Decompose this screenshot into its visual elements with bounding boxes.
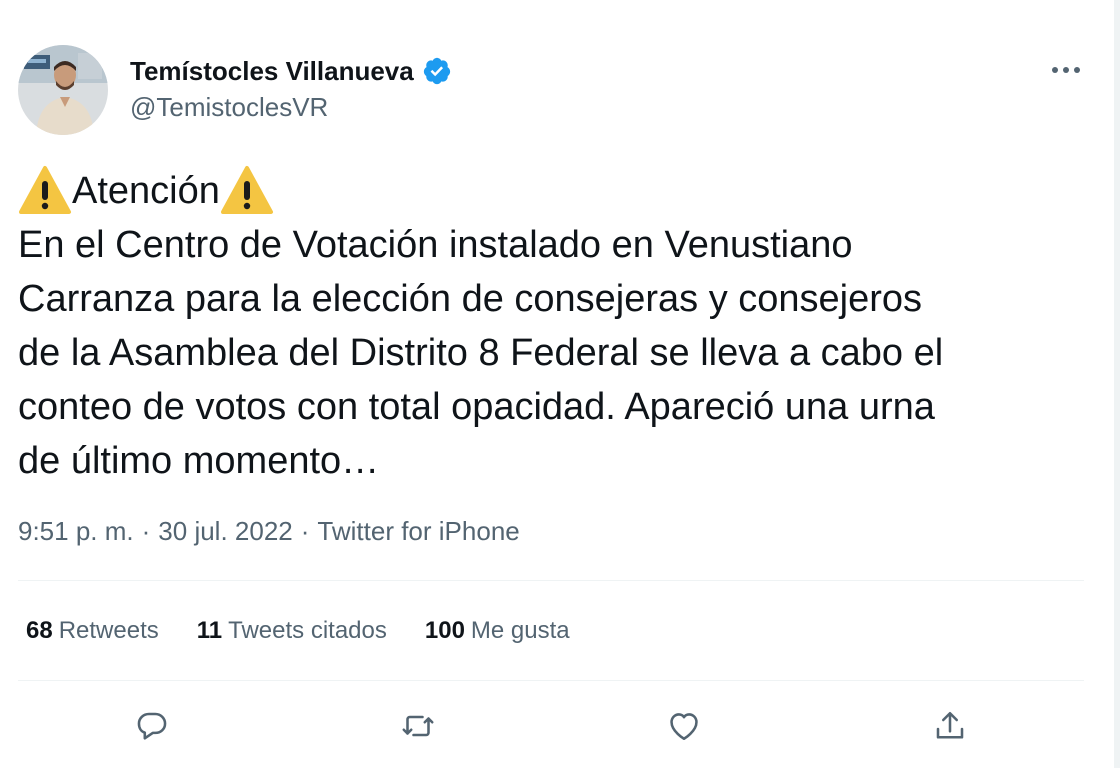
- tweet-source[interactable]: Twitter for iPhone: [317, 516, 519, 547]
- tweet-line: En el Centro de Votación instalado en Ve…: [18, 224, 853, 266]
- retweets-label: Retweets: [58, 617, 159, 644]
- more-dots-icon: [1052, 67, 1080, 73]
- likes-count: 100: [424, 617, 465, 644]
- quote-tweets-label: Tweets citados: [228, 617, 387, 644]
- timeline-border: [1114, 0, 1120, 768]
- heart-icon: [670, 713, 698, 741]
- tweet-line: conteo de votos con total opacidad. Apar…: [18, 386, 935, 428]
- share-icon: [936, 711, 964, 739]
- author-handle[interactable]: @TemistoclesVR: [130, 92, 328, 123]
- retweet-button[interactable]: [396, 704, 440, 748]
- quote-tweets-stat[interactable]: 11 Tweets citados: [197, 617, 387, 645]
- tweet-actions: [0, 704, 1104, 748]
- warning-icon: [220, 164, 274, 218]
- author-name-row: Temístocles Villanueva: [130, 54, 452, 88]
- verified-badge-icon: [423, 57, 450, 85]
- tweet-date[interactable]: 30 jul. 2022: [158, 516, 292, 547]
- tweet-detail: Temístocles Villanueva @TemistoclesVR At…: [0, 0, 1104, 768]
- tweet-meta: 9:51 p. m. · 30 jul. 2022 · Twitter for …: [18, 514, 520, 548]
- quote-tweets-count: 11: [196, 617, 223, 644]
- reply-icon: [137, 712, 167, 740]
- tweet-line: de último momento…: [18, 440, 380, 482]
- tweet-line: Carranza para la elección de consejeras …: [18, 278, 923, 320]
- meta-separator: ·: [141, 515, 151, 546]
- divider: [18, 580, 1084, 581]
- meta-separator: ·: [300, 515, 310, 546]
- avatar-photo: [18, 45, 108, 135]
- like-button[interactable]: [662, 704, 706, 748]
- tweet-text: Atención En el Centro de Votación instal…: [18, 164, 1088, 488]
- retweets-stat[interactable]: 68 Retweets: [26, 617, 159, 645]
- divider: [18, 680, 1084, 681]
- warning-icon: [18, 164, 72, 218]
- retweets-count: 68: [26, 617, 53, 644]
- author-name[interactable]: Temístocles Villanueva: [130, 56, 414, 87]
- tweet-heading-text: Atención: [72, 170, 220, 212]
- likes-stat[interactable]: 100 Me gusta: [425, 617, 570, 645]
- more-options-button[interactable]: [1046, 56, 1086, 84]
- tweet-line: de la Asamblea del Distrito 8 Federal se…: [18, 332, 944, 374]
- retweet-icon: [402, 715, 434, 737]
- likes-label: Me gusta: [470, 617, 570, 644]
- reply-button[interactable]: [130, 704, 174, 748]
- share-button[interactable]: [928, 704, 972, 748]
- tweet-line-heading: Atención: [18, 164, 1088, 218]
- avatar[interactable]: [18, 45, 108, 135]
- tweet-stats: 68 Retweets 11 Tweets citados 100 Me gus…: [26, 614, 570, 648]
- tweet-time[interactable]: 9:51 p. m.: [18, 516, 134, 547]
